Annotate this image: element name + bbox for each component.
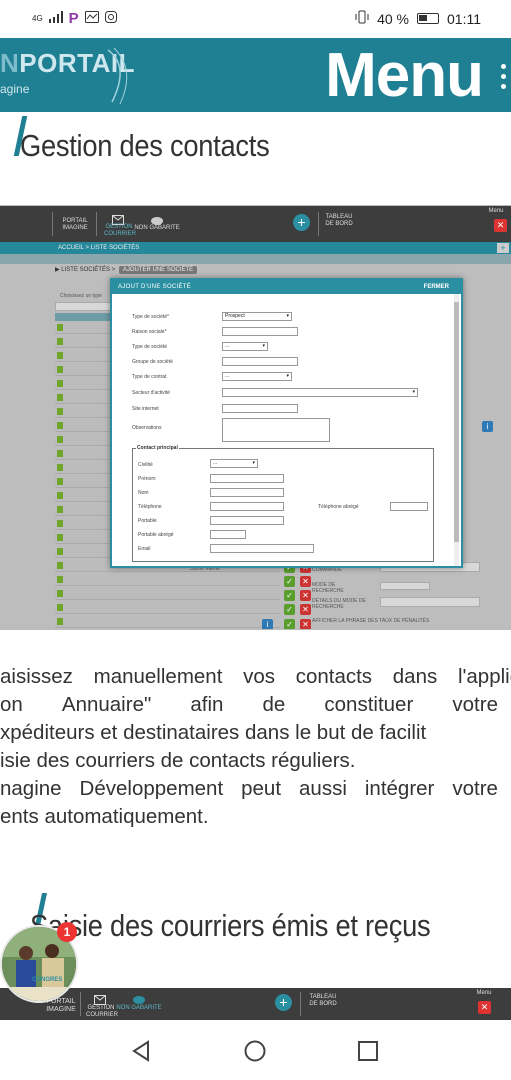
paragraph-line: aisissez manuellement vos contacts dans …: [0, 665, 511, 688]
validate-icon[interactable]: ✓: [284, 590, 295, 601]
delete-icon[interactable]: ✕: [300, 619, 311, 629]
status-left: 4G P: [32, 10, 117, 27]
battery-icon: [417, 13, 439, 24]
instagram-icon: [104, 11, 117, 26]
logo-swoosh-icon: [107, 47, 128, 105]
screenshot-close-icon[interactable]: ✕: [494, 219, 507, 232]
paragraph-line: xpéditeurs et destinataires dans le but …: [0, 721, 427, 744]
add-company-modal: AJOUT D'UNE SOCIÉTÉ FERMER Type de socié…: [110, 278, 463, 568]
delete-icon[interactable]: ✕: [300, 604, 311, 615]
contact-legend: Contact principal: [136, 445, 179, 451]
modal-title: AJOUT D'UNE SOCIÉTÉ: [118, 284, 192, 290]
site-logo-subtitle: agine: [0, 82, 30, 96]
telephone-input[interactable]: [210, 502, 284, 511]
app-screenshot-contacts: PORTAIL IMAGINE GESTION COURRIER NON GAB…: [0, 205, 511, 630]
screenshot-nav-portal: PORTAIL IMAGINE: [62, 218, 88, 231]
nom-input[interactable]: [210, 488, 284, 497]
validate-icon[interactable]: ✓: [284, 619, 295, 629]
screenshot-nav-non-gabarite: NON GABARITE: [134, 225, 180, 231]
back-icon[interactable]: [130, 1040, 152, 1067]
status-bar: 4G P 40 % 01:11: [0, 0, 511, 38]
type-societe-secondary-select[interactable]: ...: [222, 342, 268, 351]
observations-textarea[interactable]: [222, 418, 330, 442]
recents-icon[interactable]: [358, 1041, 378, 1066]
validate-icon[interactable]: ✓: [284, 604, 295, 615]
add-icon[interactable]: +: [293, 214, 310, 231]
signal-icon: [48, 11, 63, 26]
modal-body: Type de société* Prospect Raison sociale…: [112, 294, 455, 566]
activity-icon: [84, 11, 99, 26]
battery-percent: 40 %: [377, 10, 409, 27]
screenshot-nav-gestion: GESTION COURRIER: [104, 224, 137, 237]
vibrate-icon: [355, 10, 369, 27]
type-contrat-select[interactable]: ...: [222, 372, 292, 381]
section-title-mail: Saisie des courriers émis et reçus: [30, 908, 431, 943]
site-internet-input[interactable]: [222, 404, 298, 413]
home-icon[interactable]: [244, 1040, 266, 1067]
secteur-activite-select[interactable]: [222, 388, 418, 397]
screenshot-add-tab-icon[interactable]: +: [497, 243, 509, 253]
status-right: 40 % 01:11: [355, 10, 481, 27]
paragraph-line: isie des courriers de contacts réguliers…: [0, 749, 356, 772]
android-navigation-bar: [0, 1020, 511, 1080]
telephone-abrege-input[interactable]: [390, 502, 428, 511]
email-input[interactable]: [210, 544, 314, 553]
portable-input[interactable]: [210, 516, 284, 525]
civilite-select[interactable]: ...: [210, 459, 258, 468]
modal-scrollbar[interactable]: [454, 294, 459, 566]
network-indicator: 4G: [32, 13, 43, 23]
page: 4G P 40 % 01:11 NPORTAIL agine Menu Gest…: [0, 0, 511, 1080]
description-paragraph: aisissez manuellement vos contacts dans …: [0, 663, 511, 831]
screenshot-menu-label: Menu: [476, 990, 492, 996]
type-societe-select[interactable]: Prospect: [222, 312, 292, 321]
app-notification-icon: P: [68, 10, 79, 27]
modal-close-button[interactable]: FERMER: [424, 284, 449, 290]
groupe-societe-input[interactable]: [222, 357, 298, 366]
screenshot-menu-label: Menu: [488, 208, 504, 214]
validate-icon[interactable]: ✓: [284, 576, 295, 587]
screenshot-breadcrumb-bar: ACCUEIL > LISTE SOCIÉTÉS +: [0, 242, 511, 254]
section-title-contacts: Gestion des contacts: [20, 128, 270, 163]
menu-button[interactable]: Menu: [325, 40, 484, 111]
paragraph-line: ents automatiquement.: [0, 805, 209, 828]
notification-badge: 1: [57, 922, 77, 942]
screenshot-subbar: [0, 254, 511, 264]
avatar-caption: CONGRES: [32, 977, 63, 983]
modal-header: AJOUT D'UNE SOCIÉTÉ FERMER: [112, 280, 461, 294]
paragraph-line: nagine Développement peut aussi intégrer…: [0, 777, 498, 800]
delete-icon[interactable]: ✕: [300, 590, 311, 601]
screenshot-nav-dashboard: TABLEAU DE BORD: [309, 994, 337, 1007]
paragraph-line: on Annuaire" afin de constituer votre: [0, 693, 498, 716]
screenshot-breadcrumb: ▶ LISTE SOCIÉTÉS > AJOUTER UNE SOCIÉTÉ: [55, 266, 198, 274]
more-vert-icon[interactable]: [501, 64, 507, 94]
add-icon[interactable]: +: [275, 994, 292, 1011]
delete-icon[interactable]: ✕: [300, 576, 311, 587]
clock: 01:11: [447, 10, 481, 27]
screenshot-topbar: PORTAIL IMAGINE GESTION COURRIER NON GAB…: [0, 206, 511, 242]
raison-sociale-input[interactable]: [222, 327, 298, 336]
screenshot-nav-gestion: GESTION COURRIER: [86, 1005, 119, 1018]
site-header: NPORTAIL agine Menu: [0, 38, 511, 112]
info-icon[interactable]: i: [262, 619, 273, 629]
screenshot-close-icon[interactable]: ✕: [478, 1001, 491, 1014]
portable-abrege-input[interactable]: [210, 530, 246, 539]
app-screenshot-mail-topbar: PORTAIL IMAGINE GESTION COURRIER NON GAB…: [0, 988, 511, 1020]
prenom-input[interactable]: [210, 474, 284, 483]
screenshot-nav-dashboard: TABLEAU DE BORD: [325, 214, 353, 227]
info-icon[interactable]: i: [482, 421, 493, 432]
screenshot-nav-non-gabarite: NON GABARITE: [116, 1005, 162, 1011]
